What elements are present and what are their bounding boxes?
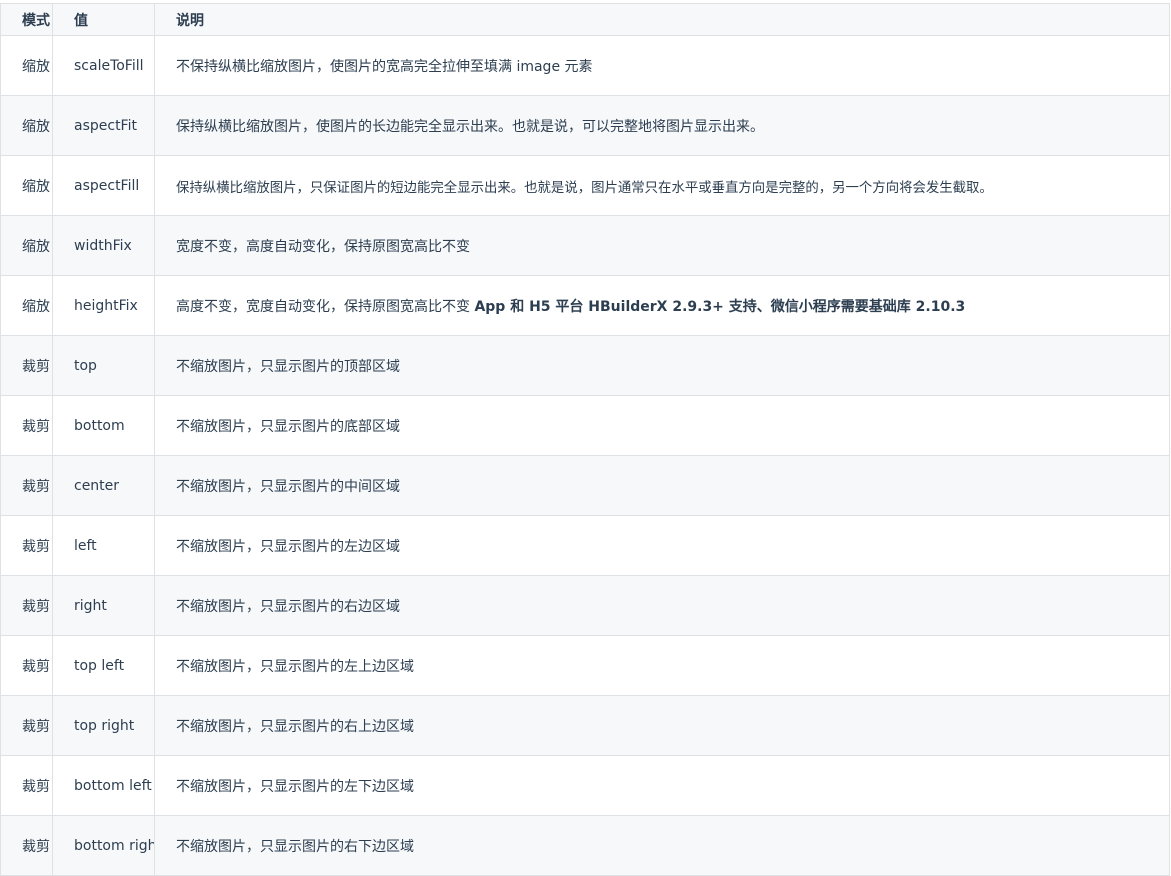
table-row: 裁剪 bottom 不缩放图片，只显示图片的底部区域 [0,395,1170,456]
cell-value: left [52,515,155,576]
cell-mode: 缩放 [0,35,53,96]
cell-value: top left [52,635,155,696]
cell-description: 不保持纵横比缩放图片，使图片的宽高完全拉伸至填满 image 元素 [154,35,1170,96]
cell-mode: 缩放 [0,215,53,276]
cell-mode: 缩放 [0,155,53,216]
cell-mode: 裁剪 [0,695,53,756]
cell-value: center [52,455,155,516]
cell-description: 不缩放图片，只显示图片的右下边区域 [154,815,1170,876]
cell-description: 不缩放图片，只显示图片的左边区域 [154,515,1170,576]
cell-mode: 裁剪 [0,515,53,576]
cell-value: scaleToFill [52,35,155,96]
cell-value: right [52,575,155,636]
header-description: 说明 [154,3,1170,36]
table-row: 裁剪 right 不缩放图片，只显示图片的右边区域 [0,575,1170,636]
cell-description: 宽度不变，高度自动变化，保持原图宽高比不变 [154,215,1170,276]
table-row: 裁剪 bottom right 不缩放图片，只显示图片的右下边区域 [0,815,1170,876]
cell-mode: 裁剪 [0,395,53,456]
platform-support-note: App 和 H5 平台 HBuilderX 2.9.3+ 支持、微信小程序需要基… [474,298,966,315]
cell-description: 不缩放图片，只显示图片的右边区域 [154,575,1170,636]
table-row: 缩放 aspectFill 保持纵横比缩放图片，只保证图片的短边能完全显示出来。… [0,155,1170,216]
table-header-row: 模式 值 说明 [0,3,1170,36]
cell-mode: 裁剪 [0,455,53,516]
cell-description: 不缩放图片，只显示图片的顶部区域 [154,335,1170,396]
table-row: 裁剪 left 不缩放图片，只显示图片的左边区域 [0,515,1170,576]
cell-mode: 裁剪 [0,635,53,696]
cell-value: bottom [52,395,155,456]
cell-value: top [52,335,155,396]
cell-value: widthFix [52,215,155,276]
cell-value: top right [52,695,155,756]
table-row: 裁剪 center 不缩放图片，只显示图片的中间区域 [0,455,1170,516]
table-row: 裁剪 top left 不缩放图片，只显示图片的左上边区域 [0,635,1170,696]
table-row: 缩放 aspectFit 保持纵横比缩放图片，使图片的长边能完全显示出来。也就是… [0,95,1170,156]
cell-value: aspectFit [52,95,155,156]
cell-value: bottom left [52,755,155,816]
cell-value: heightFix [52,275,155,336]
table-row: 裁剪 top 不缩放图片，只显示图片的顶部区域 [0,335,1170,396]
cell-description: 不缩放图片，只显示图片的左下边区域 [154,755,1170,816]
header-mode: 模式 [0,3,53,36]
image-mode-table: 模式 值 说明 缩放 scaleToFill 不保持纵横比缩放图片，使图片的宽高… [0,3,1170,876]
table-row: 裁剪 top right 不缩放图片，只显示图片的右上边区域 [0,695,1170,756]
cell-mode: 裁剪 [0,815,53,876]
cell-description: 不缩放图片，只显示图片的左上边区域 [154,635,1170,696]
table-row: 裁剪 bottom left 不缩放图片，只显示图片的左下边区域 [0,755,1170,816]
cell-description: 保持纵横比缩放图片，使图片的长边能完全显示出来。也就是说，可以完整地将图片显示出… [154,95,1170,156]
header-value: 值 [52,3,155,36]
cell-mode: 缩放 [0,275,53,336]
cell-description: 不缩放图片，只显示图片的右上边区域 [154,695,1170,756]
cell-mode: 裁剪 [0,335,53,396]
cell-description: 高度不变，宽度自动变化，保持原图宽高比不变 App 和 H5 平台 HBuild… [154,275,1170,336]
cell-description: 不缩放图片，只显示图片的底部区域 [154,395,1170,456]
description-text: 高度不变，宽度自动变化，保持原图宽高比不变 [176,298,470,315]
table-row: 缩放 widthFix 宽度不变，高度自动变化，保持原图宽高比不变 [0,215,1170,276]
table-row: 缩放 heightFix 高度不变，宽度自动变化，保持原图宽高比不变 App 和… [0,275,1170,336]
cell-mode: 裁剪 [0,755,53,816]
table-body: 缩放 scaleToFill 不保持纵横比缩放图片，使图片的宽高完全拉伸至填满 … [0,35,1170,876]
cell-value: aspectFill [52,155,155,216]
cell-mode: 缩放 [0,95,53,156]
cell-mode: 裁剪 [0,575,53,636]
cell-description: 保持纵横比缩放图片，只保证图片的短边能完全显示出来。也就是说，图片通常只在水平或… [154,155,1170,216]
table-row: 缩放 scaleToFill 不保持纵横比缩放图片，使图片的宽高完全拉伸至填满 … [0,35,1170,96]
table-header: 模式 值 说明 [0,3,1170,36]
cell-value: bottom right [52,815,155,876]
cell-description: 不缩放图片，只显示图片的中间区域 [154,455,1170,516]
